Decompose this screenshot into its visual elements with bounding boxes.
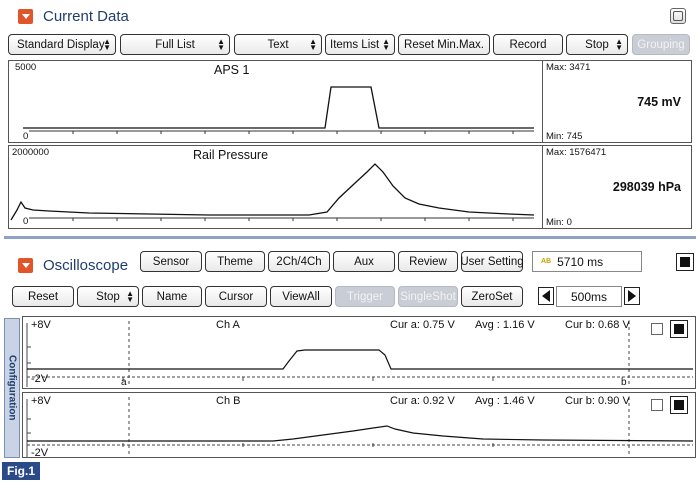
user-setting-button[interactable]: User Setting [460, 251, 524, 272]
stop-select[interactable]: Stop ▲ ▼ [566, 34, 628, 55]
chb-avg: Avg : 1.46 V [475, 395, 535, 407]
collapse-oscilloscope-icon[interactable] [18, 257, 33, 273]
spinner-icon: ▲ ▼ [382, 36, 390, 52]
aps-series-line [23, 86, 534, 129]
full-list-select[interactable]: Full List ▲ ▼ [120, 34, 230, 55]
cha-bottom-label: -2V [31, 373, 49, 385]
aps-max: Max: 3471 [546, 62, 591, 73]
timebase-increase-icon[interactable] [624, 287, 640, 305]
aps-chart: 5000 0 APS 1 [8, 60, 543, 143]
timebase-value: 500ms [570, 289, 608, 304]
configuration-tab[interactable]: Configuration [4, 318, 20, 458]
trigger-button[interactable]: Trigger [335, 286, 395, 307]
current-data-title: Current Data [43, 7, 129, 25]
singleshot-button[interactable]: SingleShot [398, 286, 458, 307]
reset-button[interactable]: Reset [12, 286, 74, 307]
text-select[interactable]: Text ▲ ▼ [234, 34, 322, 55]
cha-checkbox[interactable] [651, 323, 663, 335]
scope-stop-select[interactable]: Stop ▲ ▼ [77, 286, 139, 307]
chb-name: Ch B [216, 395, 241, 407]
viewall-button[interactable]: ViewAll [270, 286, 332, 307]
scope-stop-square-icon[interactable] [676, 253, 694, 271]
record-button[interactable]: Record [493, 34, 563, 55]
zeroset-button[interactable]: ZeroSet [461, 286, 523, 307]
rail-value: 298039 hPa [612, 180, 681, 194]
chb-square-icon[interactable] [670, 396, 688, 414]
chb-cursor-b: Cur b: 0.90 V [565, 395, 630, 407]
name-button[interactable]: Name [142, 286, 202, 307]
reset-minmax-button[interactable]: Reset Min.Max. [398, 34, 490, 55]
figure-label: Fig.1 [2, 462, 40, 480]
channel-a-scope: +8V -2V Ch A Cur a: 0.75 V Avg : 1.16 V … [22, 316, 696, 389]
aps-min: Min: 745 [546, 131, 583, 142]
aps-chart-plot [23, 86, 534, 134]
cha-cursor-a: Cur a: 0.75 V [390, 319, 455, 331]
timebase-display: 500ms [556, 286, 622, 307]
cha-cursor-b: Cur b: 0.68 V [565, 319, 630, 331]
rail-max: Max: 1576471 [546, 147, 607, 158]
review-button[interactable]: Review [398, 251, 458, 272]
spinner-icon: ▲ ▼ [217, 36, 225, 52]
aps-value-panel: Max: 3471 745 mV Min: 745 [542, 60, 692, 143]
cursor-a-marker[interactable]: a [121, 377, 127, 388]
collapse-current-data-icon[interactable] [18, 8, 33, 24]
chb-bottom-label: -2V [31, 447, 49, 459]
oscilloscope-title: Oscilloscope [43, 256, 129, 274]
ab-icon: AB [541, 258, 552, 265]
maximize-icon[interactable] [670, 8, 686, 24]
grouping-button[interactable]: Grouping [632, 34, 690, 55]
spinner-icon: ▲ ▼ [309, 36, 317, 52]
ch-toggle-button[interactable]: 2Ch/4Ch [268, 251, 330, 272]
cha-top-label: +8V [31, 319, 51, 331]
channel-b-trace [27, 425, 694, 442]
cursor-button[interactable]: Cursor [205, 286, 267, 307]
chb-checkbox[interactable] [651, 399, 663, 411]
channel-b-scope: +8V -2V Ch B Cur a: 0.92 V Avg : 1.46 V … [22, 392, 696, 459]
aux-button[interactable]: Aux [333, 251, 395, 272]
panel-divider[interactable] [4, 236, 696, 239]
standard-display-select[interactable]: Standard Display ▲ ▼ [8, 34, 116, 55]
spinner-icon: ▲ ▼ [126, 288, 134, 304]
rail-value-panel: Max: 1576471 298039 hPa Min: 0 [542, 145, 692, 229]
elapsed-time-display: AB 5710 ms [532, 251, 642, 272]
cha-avg: Avg : 1.16 V [475, 319, 535, 331]
aps-value: 745 mV [637, 95, 681, 109]
items-list-select[interactable]: Items List ▲ ▼ [325, 34, 395, 55]
sensor-button[interactable]: Sensor [140, 251, 202, 272]
current-data-title-bar: Current Data [4, 3, 696, 29]
timebase-decrease-icon[interactable] [538, 287, 554, 305]
cha-square-icon[interactable] [670, 320, 688, 338]
spinner-icon: ▲ ▼ [615, 36, 623, 52]
chb-top-label: +8V [31, 395, 51, 407]
spinner-icon: ▲ ▼ [103, 36, 111, 52]
cursor-b-marker[interactable]: b [621, 377, 627, 388]
rail-chart: 2000000 0 Rail Pressure [8, 145, 543, 229]
chb-cursor-a: Cur a: 0.92 V [390, 395, 455, 407]
rail-chart-plot [10, 163, 535, 221]
theme-button[interactable]: Theme [205, 251, 265, 272]
elapsed-time: 5710 ms [557, 254, 604, 269]
rail-series-line [10, 163, 535, 221]
cha-name: Ch A [216, 319, 240, 331]
channel-a-trace [27, 349, 693, 370]
rail-min: Min: 0 [546, 217, 572, 228]
